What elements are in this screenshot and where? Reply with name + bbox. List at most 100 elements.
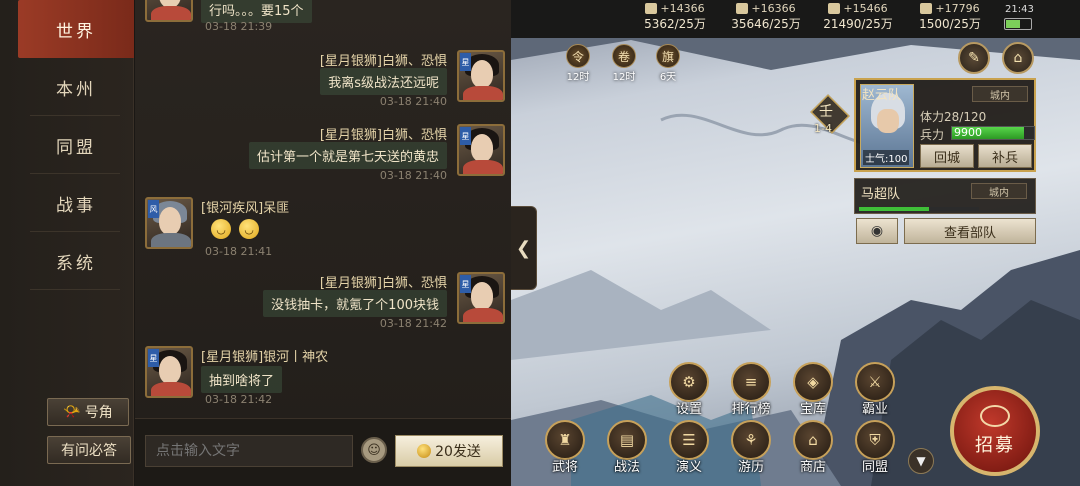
horn-button[interactable]: 📯 号角 xyxy=(47,398,129,426)
menu-ranking[interactable]: ≡ 排行榜 xyxy=(730,362,772,417)
view-army-button[interactable]: 查看部队 xyxy=(904,218,1036,244)
army-status-badge: 城内 xyxy=(971,183,1027,199)
send-button[interactable]: 20发送 xyxy=(395,435,503,467)
avatar[interactable] xyxy=(145,0,193,22)
menu-shop[interactable]: ⌂ 商店 xyxy=(792,420,834,475)
resource-amount: 35646/25万 xyxy=(731,17,801,31)
menu-dominion[interactable]: ⚔ 霸业 xyxy=(854,362,896,417)
wind-badge-icon: 风 xyxy=(148,200,159,218)
recruit-button[interactable]: 招募 xyxy=(950,386,1040,476)
menu-generals[interactable]: ♜ 武将 xyxy=(544,420,586,475)
timer-label: 6天 xyxy=(659,72,677,83)
army-stamina: 体力28/120 xyxy=(920,110,987,124)
message-time: 03-18 21:39 xyxy=(205,20,273,33)
army-name: 赵云队 xyxy=(862,88,902,103)
replenish-troops-button[interactable]: 补兵 xyxy=(978,144,1032,168)
battery-icon xyxy=(1004,18,1032,30)
collapse-chat-button[interactable]: ❮ xyxy=(511,206,537,290)
avatar[interactable]: 星 xyxy=(457,50,505,102)
clock: 21:43 xyxy=(1005,4,1034,15)
timer-2[interactable]: 卷 12时 xyxy=(609,44,639,83)
resource-wood[interactable]: +14366 5362/25万 xyxy=(640,2,710,32)
resource-rate: +17796 xyxy=(935,2,980,15)
timer-label: 12时 xyxy=(566,72,590,83)
timer-label: 12时 xyxy=(612,72,636,83)
message-time: 03-18 21:40 xyxy=(379,169,447,182)
helmet-icon: ♜ xyxy=(545,420,585,460)
wood-icon xyxy=(645,3,658,14)
message-time: 03-18 21:41 xyxy=(205,245,273,258)
nav-tab-alliance[interactable]: 同盟 xyxy=(18,116,134,174)
resource-rate: +16366 xyxy=(751,2,796,15)
nav-tab-war[interactable]: 战事 xyxy=(18,174,134,232)
menu-romance[interactable]: ☰ 演义 xyxy=(668,420,710,475)
message-text: 没钱抽卡，就氪了个100块钱 xyxy=(263,290,447,317)
scroll-icon: ☰ xyxy=(669,420,709,460)
avatar[interactable]: 星 xyxy=(145,346,193,398)
message-text: 我离s级战法还远呢 xyxy=(320,68,447,95)
message-sender[interactable]: [星月银狮]银河丨神农 xyxy=(201,346,328,365)
menu-label: 游历 xyxy=(737,460,764,475)
eye-icon[interactable]: ◉ xyxy=(856,218,898,244)
star-badge-icon: 星 xyxy=(460,275,471,293)
return-city-button[interactable]: 回城 xyxy=(920,144,974,168)
nav-tab-state[interactable]: 本州 xyxy=(18,58,134,116)
menu-tactics[interactable]: ▤ 战法 xyxy=(606,420,648,475)
flag-icon: 旗 xyxy=(656,44,680,68)
menu-label: 排行榜 xyxy=(731,402,771,417)
resource-stone[interactable]: +15466 21490/25万 xyxy=(818,2,898,32)
timer-3[interactable]: 旗 6天 xyxy=(653,44,683,83)
army-panel[interactable]: 士气:100 赵云队 城内 体力28/120 兵力 9900 回城 补兵 xyxy=(854,78,1036,172)
menu-label: 同盟 xyxy=(861,460,888,475)
menu-settings[interactable]: ⚙ 设置 xyxy=(668,362,710,417)
city-coordinate: 1-4 xyxy=(814,122,832,135)
menu-label: 商店 xyxy=(799,460,826,475)
avatar[interactable]: 星 xyxy=(457,272,505,324)
quill-icon[interactable]: ✎ xyxy=(958,42,990,74)
chat-input[interactable] xyxy=(145,435,353,467)
chevron-left-icon: ❮ xyxy=(515,237,532,259)
resource-rate: +14366 xyxy=(660,2,705,15)
horn-icon: 📯 xyxy=(63,404,81,420)
timer-1[interactable]: 令 12时 xyxy=(563,44,593,83)
settings-icon: ⚙ xyxy=(669,362,709,402)
menu-travel[interactable]: ⚘ 游历 xyxy=(730,420,772,475)
message-sender[interactable]: [星月银狮]白狮、恐惧 xyxy=(320,50,447,69)
iron-icon xyxy=(736,3,749,14)
avatar[interactable]: 风 xyxy=(145,197,193,249)
nav-tab-world[interactable]: 世界 xyxy=(18,0,134,58)
troops-bar: 9900 xyxy=(951,126,1035,140)
ranking-icon: ≡ xyxy=(731,362,771,402)
recruit-label: 招募 xyxy=(975,435,1015,456)
army-panel-2[interactable]: 马超队 城内 xyxy=(854,178,1036,214)
army-progress-fill xyxy=(859,207,929,211)
nav-tab-system[interactable]: 系统 xyxy=(18,232,134,290)
message-sender[interactable]: [星月银狮]白狮、恐惧 xyxy=(320,272,447,291)
send-label: 20发送 xyxy=(435,444,481,460)
resource-amount: 21490/25万 xyxy=(823,17,893,31)
crossed-swords-icon: ⚔ xyxy=(855,362,895,402)
menu-treasury[interactable]: ◈ 宝库 xyxy=(792,362,834,417)
star-badge-icon: 星 xyxy=(148,349,159,367)
shield-icon: ⛨ xyxy=(855,420,895,460)
emoji-picker-icon[interactable]: ☺ xyxy=(361,437,387,463)
token-icon: 令 xyxy=(566,44,590,68)
message-time: 03-18 21:42 xyxy=(205,393,273,406)
menu-alliance[interactable]: ⛨ 同盟 xyxy=(854,420,896,475)
castle-icon[interactable]: ⌂ xyxy=(1002,42,1034,74)
avatar[interactable]: 星 xyxy=(457,124,505,176)
smile-emoji-icon: ◡ xyxy=(211,219,231,239)
chevron-down-icon[interactable]: ▼ xyxy=(908,448,934,474)
nav-divider xyxy=(30,289,120,290)
faq-button[interactable]: 有问必答 xyxy=(47,436,131,464)
message-sender[interactable]: [银河疾风]呆匪 xyxy=(201,197,289,216)
menu-label: 设置 xyxy=(675,402,702,417)
message-sender[interactable]: [星月银狮]白狮、恐惧 xyxy=(320,124,447,143)
resource-amount: 1500/25万 xyxy=(919,17,981,31)
grain-icon xyxy=(920,3,933,14)
resource-rate: +15466 xyxy=(843,2,888,15)
menu-label: 宝库 xyxy=(799,402,826,417)
resource-iron[interactable]: +16366 35646/25万 xyxy=(726,2,806,32)
resource-grain[interactable]: +17796 1500/25万 xyxy=(912,2,988,32)
stone-icon xyxy=(828,3,841,14)
